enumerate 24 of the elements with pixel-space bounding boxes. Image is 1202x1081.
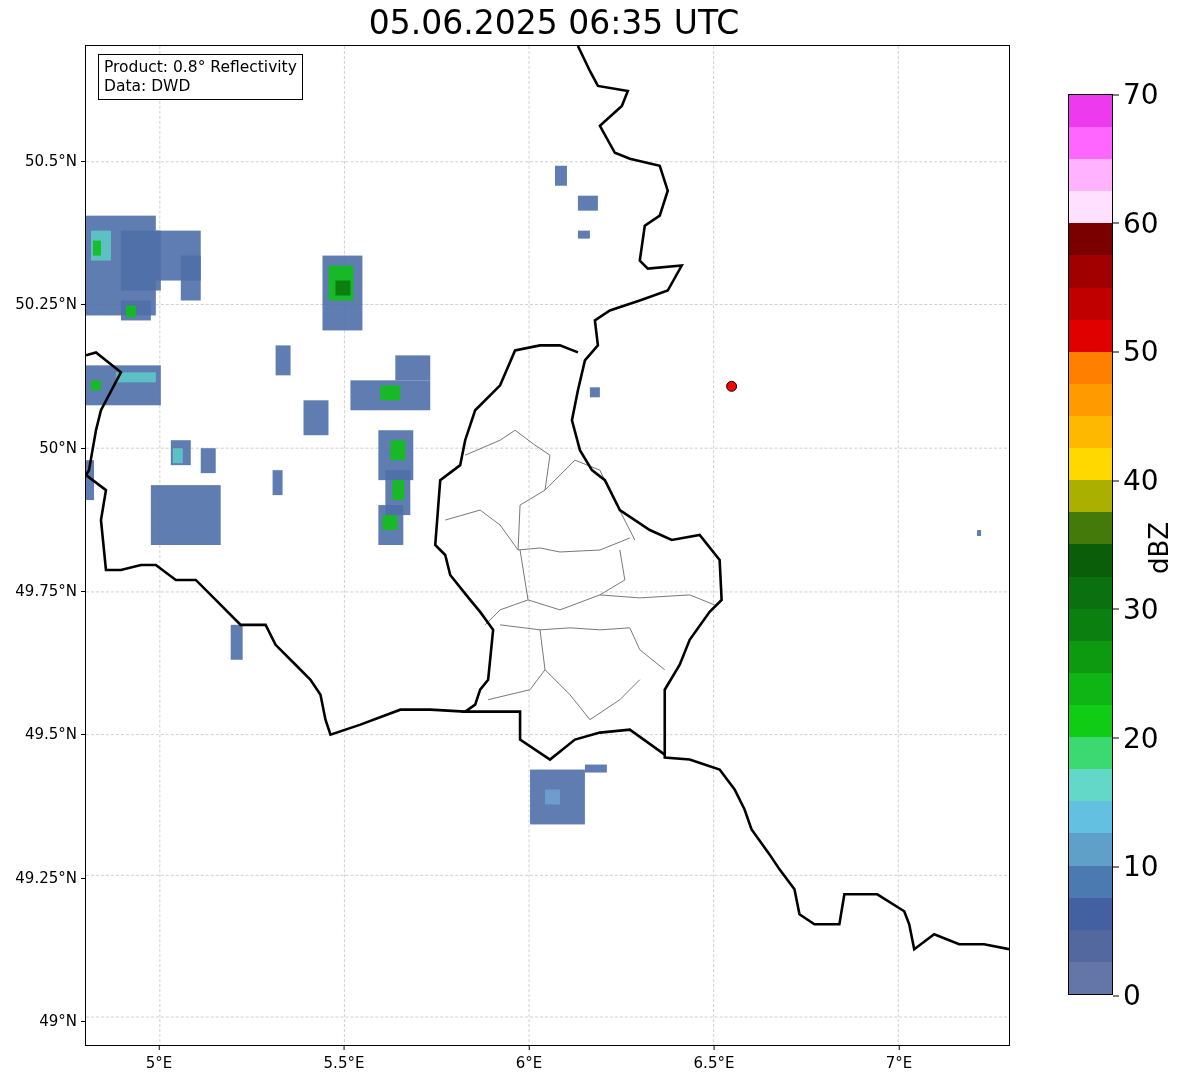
colorbar-tick-label: 40 (1113, 463, 1159, 497)
colorbar-tick-label: 70 (1113, 77, 1159, 111)
colorbar-tick-label: 50 (1113, 334, 1159, 368)
colorbar-label: dBZ (1144, 521, 1174, 575)
colorbar-tick-label: 20 (1113, 721, 1159, 755)
colorbar-tick-label: 30 (1113, 592, 1159, 626)
longitude-label: 7°E (885, 1046, 913, 1072)
latitude-label: 50.25°N (15, 295, 85, 314)
latitude-label: 50°N (39, 438, 85, 457)
latitude-label: 49.5°N (24, 725, 85, 744)
latitude-label: 49.25°N (15, 868, 85, 887)
latitude-label: 49°N (39, 1011, 85, 1030)
longitude-label: 5.5°E (323, 1046, 365, 1072)
colorbar-tick-label: 0 (1113, 978, 1141, 1012)
info-text: Data: DWD (104, 77, 192, 96)
colorbar-tick-label: 10 (1113, 849, 1159, 883)
chart-title: 05.06.2025 06:35 UTC (367, 2, 741, 44)
colorbar-tick-label: 60 (1113, 206, 1159, 240)
longitude-label: 6°E (515, 1046, 543, 1072)
longitude-label: 5°E (145, 1046, 173, 1072)
info-text: Product: 0.8° Reflectivity (104, 58, 297, 77)
latitude-label: 49.75°N (15, 581, 85, 600)
longitude-label: 6.5°E (693, 1046, 735, 1072)
latitude-label: 50.5°N (24, 152, 85, 170)
